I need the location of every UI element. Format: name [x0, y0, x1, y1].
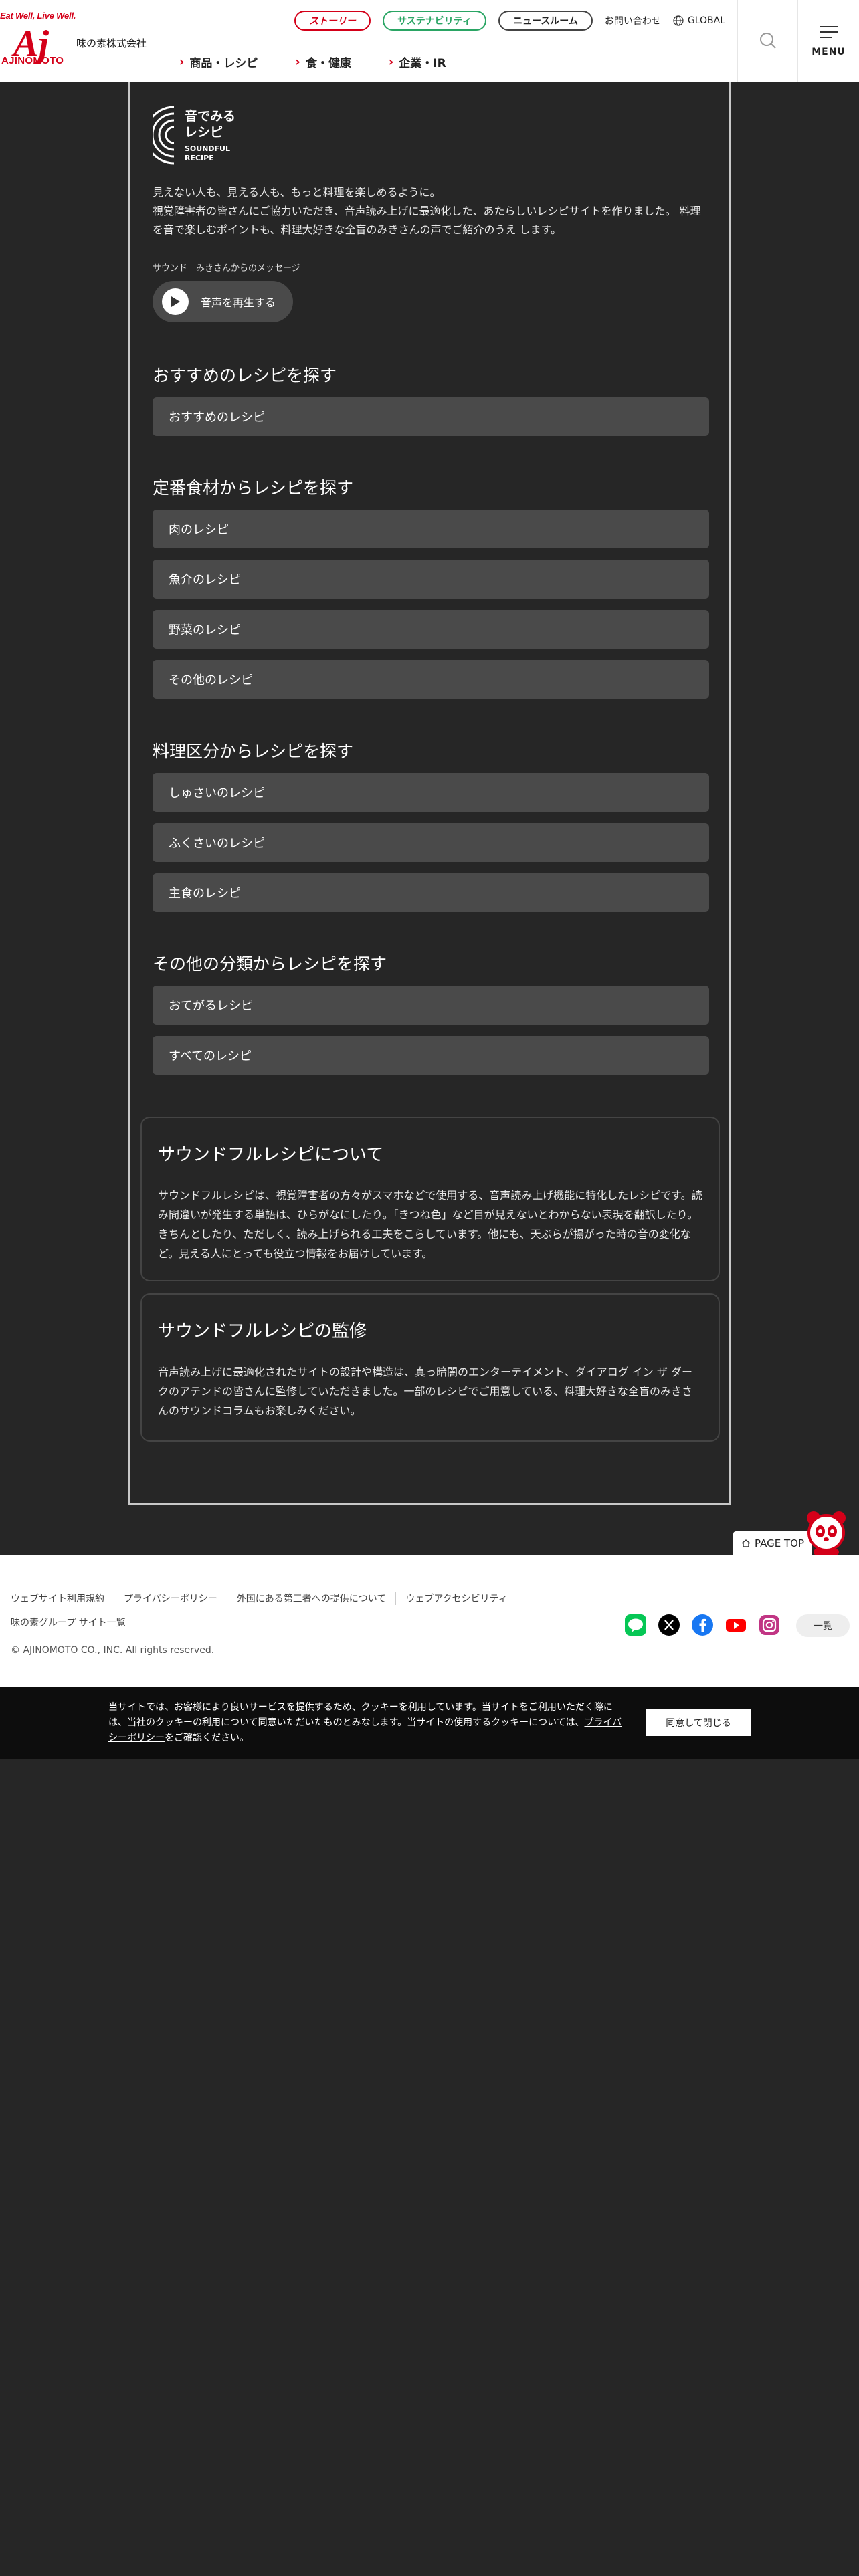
- panda-mascot-icon[interactable]: [804, 1509, 848, 1555]
- footer-link-terms[interactable]: ウェブサイト利用規約: [11, 1592, 114, 1605]
- nav-corporate-ir[interactable]: › 企業・IR: [389, 53, 446, 70]
- footer-link-privacy[interactable]: プライバシーポリシー: [114, 1592, 227, 1605]
- chevron-right-icon: ›: [295, 55, 300, 69]
- supervision-title: サウンドフルレシピの監修: [158, 1321, 367, 1341]
- cookie-accept-button[interactable]: 同意して閉じる: [646, 1709, 751, 1736]
- recipe-link-seafood[interactable]: 魚介のレシピ: [153, 560, 709, 599]
- section-title-dish-type: 料理区分からレシピを探す: [153, 742, 354, 761]
- recipe-link-other-ingredients[interactable]: その他のレシピ: [153, 660, 709, 699]
- contact-label: お問い合わせ: [604, 16, 661, 27]
- recipe-link-staple[interactable]: 主食のレシピ: [153, 873, 709, 912]
- recipe-link-vegetable[interactable]: 野菜のレシピ: [153, 610, 709, 649]
- main-nav: › 商品・レシピ › 食・健康 › 企業・IR: [179, 53, 446, 70]
- cookie-text-after: をご確認ください。: [165, 1733, 249, 1743]
- intro-text: 見えない人も、見える人も、もっと料理を楽しめるように。 視覚障害者の皆さんにご協…: [153, 183, 709, 239]
- supervision-body: 音声読み上げに最適化されたサイトの設計や構造は、真っ暗闇のエンターテイメント、ダ…: [158, 1366, 693, 1417]
- recipe-link-main-dish[interactable]: しゅさいのレシピ: [153, 773, 709, 812]
- recipe-link-meat[interactable]: 肉のレシピ: [153, 510, 709, 548]
- intro-line-2: 視覚障害者の皆さんにご協力いただき、音声読み上げに最適化した、あたらしいレシピサ…: [153, 205, 701, 236]
- search-button[interactable]: [737, 0, 797, 82]
- section-title-other-categories: その他の分類からレシピを探す: [153, 954, 387, 974]
- global-label: GLOBAL: [687, 15, 725, 26]
- line-icon[interactable]: [625, 1614, 646, 1636]
- globe-icon: [673, 15, 684, 26]
- about-card: サウンドフルレシピについて サウンドフルレシピは、視覚障害者の方々がスマホなどで…: [140, 1117, 720, 1281]
- group-sites-link[interactable]: 味の素グループ サイト一覧: [11, 1616, 126, 1629]
- cookie-text-before: 当サイトでは、お客様により良いサービスを提供するため、クッキーを利用しています。…: [108, 1702, 613, 1728]
- copyright: © AJINOMOTO CO., INC. All rights reserve…: [11, 1645, 215, 1656]
- brand-tagline: Eat Well, Live Well.: [0, 11, 76, 21]
- intro-line-1: 見えない人も、見える人も、もっと料理を楽しめるように。: [153, 186, 441, 199]
- logo-line-2: レシピ: [185, 125, 223, 140]
- youtube-icon[interactable]: [725, 1614, 747, 1636]
- logo-line-4: RECIPE: [185, 154, 214, 163]
- social-links: [625, 1614, 780, 1636]
- chevron-right-icon: ›: [388, 55, 394, 69]
- nav-label: 食・健康: [305, 57, 351, 70]
- footer-links: ウェブサイト利用規約 プライバシーポリシー 外国にある第三者への提供について ウ…: [11, 1592, 517, 1605]
- header-main: ストーリー サステナビリティ ニュースルーム お問い合わせ GLOBAL › 商…: [159, 0, 737, 82]
- logo-wordmark: AJINOMOTO: [1, 55, 64, 66]
- facebook-icon[interactable]: [692, 1614, 713, 1636]
- soundful-recipe-panel: 音でみる レシピ SOUNDFUL RECIPE 見えない人も、見える人も、もっ…: [128, 82, 731, 1505]
- play-audio-label: 音声を再生する: [201, 298, 276, 309]
- header-top-links: ストーリー サステナビリティ ニュースルーム お問い合わせ GLOBAL: [294, 11, 725, 31]
- about-body: サウンドフルレシピは、視覚障害者の方々がスマホなどで使用する、音声読み上げ機能に…: [158, 1189, 702, 1260]
- recipe-link-recommended[interactable]: おすすめのレシピ: [153, 397, 709, 436]
- soundful-recipe-logo[interactable]: 音でみる レシピ SOUNDFUL RECIPE: [145, 102, 709, 177]
- newsroom-link[interactable]: ニュースルーム: [498, 11, 593, 31]
- cookie-text: 当サイトでは、お客様により良いサービスを提供するため、クッキーを利用しています。…: [108, 1700, 630, 1746]
- footer-link-accessibility[interactable]: ウェブアクセシビリティ: [395, 1592, 516, 1605]
- site-header: Eat Well, Live Well. Aj AJINOMOTO 味の素株式会…: [0, 0, 859, 82]
- cookie-banner: 当サイトでは、お客様により良いサービスを提供するため、クッキーを利用しています。…: [0, 1687, 859, 1759]
- nav-products-recipes[interactable]: › 商品・レシピ: [179, 53, 258, 70]
- nav-label: 商品・レシピ: [189, 57, 258, 70]
- about-title: サウンドフルレシピについて: [158, 1145, 384, 1165]
- recipe-link-side-dish[interactable]: ふくさいのレシピ: [153, 823, 709, 862]
- brand[interactable]: Eat Well, Live Well. Aj AJINOMOTO 味の素株式会…: [0, 0, 159, 82]
- page-top-button[interactable]: PAGE TOP: [733, 1531, 812, 1555]
- footer-link-third-party[interactable]: 外国にある第三者への提供について: [226, 1592, 396, 1605]
- menu-button[interactable]: MENU: [797, 0, 859, 82]
- message-label: サウンド みきさんからのメッセージ: [153, 263, 300, 274]
- x-icon[interactable]: [658, 1614, 680, 1636]
- sustainability-link[interactable]: サステナビリティ: [383, 11, 486, 31]
- recipe-link-easy[interactable]: おてがるレシピ: [153, 986, 709, 1025]
- section-title-recommended: おすすめのレシピを探す: [153, 366, 337, 385]
- play-icon: [162, 288, 189, 315]
- nav-label: 企業・IR: [399, 57, 446, 70]
- house-icon: [741, 1539, 751, 1547]
- supervision-card: サウンドフルレシピの監修 音声読み上げに最適化されたサイトの設計や構造は、真っ暗…: [140, 1293, 720, 1442]
- play-audio-button[interactable]: 音声を再生する: [153, 281, 293, 322]
- nav-food-health[interactable]: › 食・健康: [295, 53, 351, 70]
- page-top-label: PAGE TOP: [755, 1537, 804, 1549]
- site-footer: ウェブサイト利用規約 プライバシーポリシー 外国にある第三者への提供について ウ…: [0, 1555, 859, 1687]
- instagram-icon[interactable]: [759, 1614, 780, 1636]
- global-link[interactable]: GLOBAL: [673, 15, 725, 26]
- chevron-right-icon: ›: [179, 55, 185, 69]
- logo-line-3: SOUNDFUL: [185, 144, 230, 153]
- search-icon: [759, 33, 776, 49]
- logo-line-1: 音でみる: [185, 108, 235, 124]
- story-link[interactable]: ストーリー: [294, 11, 371, 31]
- company-name: 味の素株式会社: [76, 37, 147, 49]
- section-title-ingredients: 定番食材からレシピを探す: [153, 478, 354, 498]
- sound-wave-logo-icon: 音でみる レシピ SOUNDFUL RECIPE: [145, 106, 235, 165]
- sns-list-button[interactable]: 一覧: [796, 1614, 850, 1637]
- menu-label: MENU: [812, 47, 846, 58]
- recipe-link-all[interactable]: すべてのレシピ: [153, 1036, 709, 1075]
- hamburger-menu-icon: [820, 26, 838, 38]
- contact-link[interactable]: お問い合わせ: [605, 14, 661, 27]
